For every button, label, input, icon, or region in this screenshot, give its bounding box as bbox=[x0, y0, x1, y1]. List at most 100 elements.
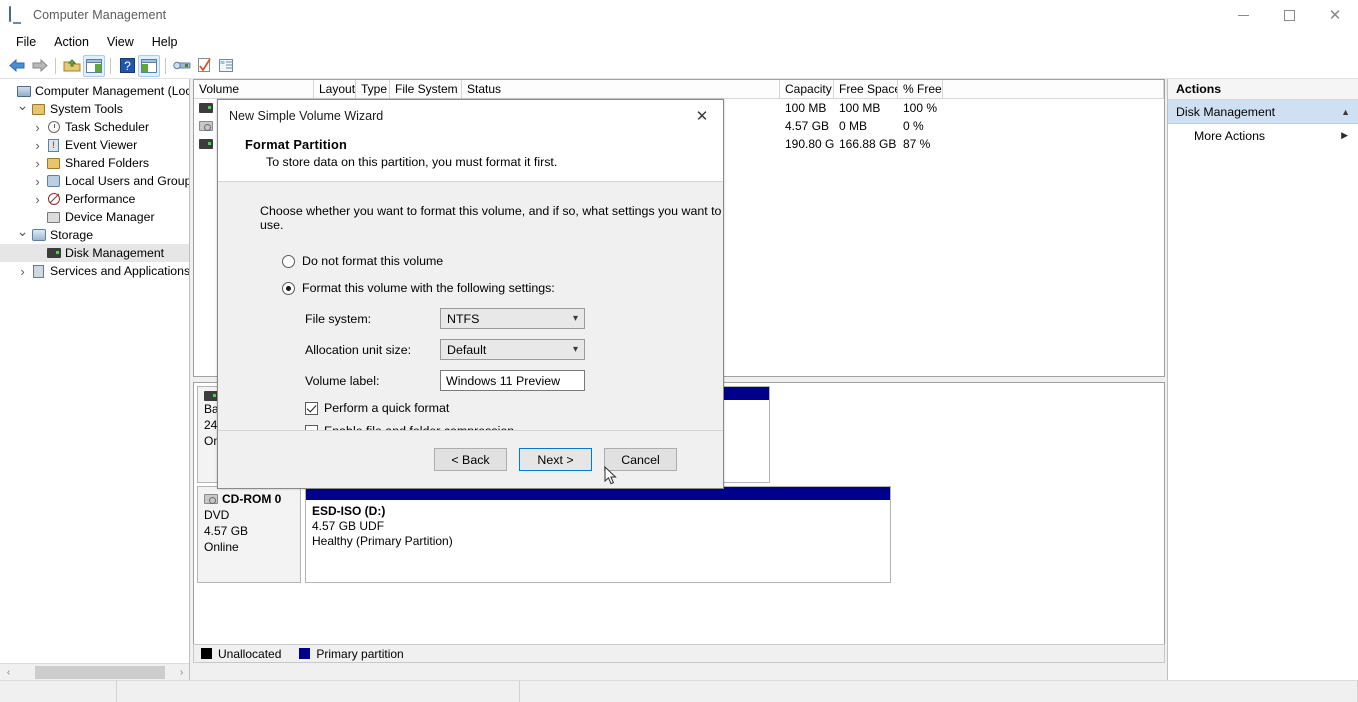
chevron-right-icon[interactable]: ▶ bbox=[1341, 130, 1348, 141]
chevron-down-icon[interactable] bbox=[15, 227, 30, 244]
tree-item-label: Task Scheduler bbox=[65, 120, 149, 134]
tree-item-local-users-and-groups[interactable]: Local Users and Groups bbox=[0, 172, 189, 190]
volume-cell-percent-free: 100 % bbox=[898, 101, 943, 115]
refresh-icon[interactable] bbox=[193, 55, 215, 77]
menu-help[interactable]: Help bbox=[143, 32, 187, 52]
allocation-unit-size-select[interactable]: Default ▾ bbox=[440, 339, 585, 360]
chevron-right-icon[interactable] bbox=[30, 156, 45, 171]
tree-item-label: Device Manager bbox=[65, 210, 155, 224]
help-icon[interactable]: ? bbox=[116, 55, 138, 77]
partition-line: 4.57 GB UDF bbox=[312, 519, 884, 534]
column-header-volume[interactable]: Volume bbox=[194, 80, 314, 98]
file-system-select[interactable]: NTFS ▾ bbox=[440, 308, 585, 329]
tree-item-task-scheduler[interactable]: Task Scheduler bbox=[0, 118, 189, 136]
chevron-down-icon[interactable]: ▾ bbox=[573, 344, 578, 355]
maximize-button[interactable] bbox=[1266, 0, 1312, 30]
disk-partition[interactable]: ESD-ISO (D:)4.57 GB UDFHealthy (Primary … bbox=[305, 486, 891, 583]
tree-horizontal-scrollbar[interactable]: ‹ › bbox=[0, 663, 190, 680]
chevron-down-icon[interactable]: ▾ bbox=[573, 313, 578, 324]
disk-row[interactable]: CD-ROM 0DVD4.57 GBOnlineESD-ISO (D:)4.57… bbox=[197, 486, 1161, 583]
scrollbar-track[interactable] bbox=[17, 664, 173, 681]
device-manager-icon bbox=[45, 209, 62, 225]
forward-arrow-icon[interactable] bbox=[28, 55, 50, 77]
export-list-icon[interactable] bbox=[215, 55, 237, 77]
tree-item-event-viewer[interactable]: Event Viewer bbox=[0, 136, 189, 154]
radio-button-selected-icon[interactable] bbox=[282, 282, 295, 295]
window-title: Computer Management bbox=[33, 8, 166, 22]
actions-item-more-actions[interactable]: More Actions ▶ bbox=[1168, 124, 1358, 147]
volume-label-input[interactable]: Windows 11 Preview bbox=[440, 370, 585, 391]
volume-cell-capacity: 190.80 GB bbox=[780, 137, 834, 151]
radio-button-icon[interactable] bbox=[282, 255, 295, 268]
chevron-right-icon[interactable] bbox=[30, 192, 45, 207]
chevron-up-icon[interactable]: ▲ bbox=[1341, 107, 1350, 117]
volume-list-header: VolumeLayoutTypeFile SystemStatusCapacit… bbox=[194, 80, 1164, 99]
toolbar-separator bbox=[165, 58, 166, 74]
wizard-close-icon[interactable]: ✕ bbox=[681, 100, 723, 132]
disk-legend: UnallocatedPrimary partition bbox=[193, 644, 1165, 663]
properties-icon[interactable] bbox=[171, 55, 193, 77]
cancel-button[interactable]: Cancel bbox=[604, 448, 677, 471]
chevron-down-icon[interactable] bbox=[15, 101, 30, 118]
back-arrow-icon[interactable] bbox=[6, 55, 28, 77]
radio-do-not-format[interactable]: Do not format this volume bbox=[260, 254, 723, 268]
up-folder-icon[interactable] bbox=[61, 55, 83, 77]
checkbox-checked-icon[interactable] bbox=[305, 402, 318, 415]
tree-item-performance[interactable]: Performance bbox=[0, 190, 189, 208]
toolbar: ? bbox=[0, 53, 1358, 79]
legend-label: Unallocated bbox=[218, 647, 281, 661]
actions-pane: Actions Disk Management ▲ More Actions ▶ bbox=[1168, 79, 1358, 680]
allocation-unit-size-label: Allocation unit size: bbox=[305, 343, 440, 357]
chevron-right-icon[interactable] bbox=[15, 264, 30, 279]
column-header-capacity[interactable]: Capacity bbox=[780, 80, 834, 98]
volume-cell-percent-free: 0 % bbox=[898, 119, 943, 133]
checkbox-perform-quick-format[interactable]: Perform a quick format bbox=[260, 401, 723, 415]
system-tools-icon bbox=[30, 101, 47, 117]
tree-item-device-manager[interactable]: Device Manager bbox=[0, 208, 189, 226]
storage-icon bbox=[30, 227, 47, 243]
menu-file[interactable]: File bbox=[7, 32, 45, 52]
menu-action[interactable]: Action bbox=[45, 32, 98, 52]
scroll-left-icon[interactable]: ‹ bbox=[0, 664, 17, 681]
next-button[interactable]: Next > bbox=[519, 448, 592, 471]
show-hide-action-pane-icon[interactable] bbox=[138, 55, 160, 77]
tree-item-system-tools[interactable]: System Tools bbox=[0, 100, 189, 118]
chevron-right-icon[interactable] bbox=[30, 138, 45, 153]
chevron-right-icon[interactable] bbox=[30, 120, 45, 135]
tree-item-disk-management[interactable]: Disk Management bbox=[0, 244, 189, 262]
column-header-status[interactable]: Status bbox=[462, 80, 780, 98]
scroll-right-icon[interactable]: › bbox=[173, 664, 190, 681]
column-header-layout[interactable]: Layout bbox=[314, 80, 356, 98]
volume-cell-free-space: 166.88 GB bbox=[834, 137, 898, 151]
users-icon bbox=[45, 173, 62, 189]
tree-item-label: Event Viewer bbox=[65, 138, 137, 152]
column-header-free-space[interactable]: Free Space bbox=[834, 80, 898, 98]
column-header-type[interactable]: Type bbox=[356, 80, 390, 98]
field-volume-label: Volume label: Windows 11 Preview bbox=[260, 370, 723, 391]
minimize-button[interactable] bbox=[1220, 0, 1266, 30]
actions-group-disk-management[interactable]: Disk Management ▲ bbox=[1168, 100, 1358, 124]
tree-item-shared-folders[interactable]: Shared Folders bbox=[0, 154, 189, 172]
tree-item-storage[interactable]: Storage bbox=[0, 226, 189, 244]
disk-info[interactable]: CD-ROM 0DVD4.57 GBOnline bbox=[197, 486, 301, 583]
close-button[interactable]: ✕ bbox=[1312, 0, 1358, 30]
tree-item-label: Local Users and Groups bbox=[65, 174, 189, 188]
wizard-heading: Format Partition bbox=[245, 137, 723, 152]
show-hide-console-tree-icon[interactable] bbox=[83, 55, 105, 77]
actions-header: Actions bbox=[1168, 79, 1358, 100]
status-segment-1 bbox=[0, 681, 117, 702]
column-header-free[interactable]: % Free bbox=[898, 80, 943, 98]
radio-format-with-settings[interactable]: Format this volume with the following se… bbox=[260, 281, 723, 295]
file-system-label: File system: bbox=[305, 312, 440, 326]
new-simple-volume-wizard-dialog[interactable]: New Simple Volume Wizard ✕ Format Partit… bbox=[217, 99, 724, 489]
column-header-file-system[interactable]: File System bbox=[390, 80, 462, 98]
tree-item-computer-management-local[interactable]: Computer Management (Local bbox=[0, 82, 189, 100]
disk-icon bbox=[204, 391, 218, 401]
back-button[interactable]: < Back bbox=[434, 448, 507, 471]
wizard-content: Choose whether you want to format this v… bbox=[218, 182, 723, 438]
tree-item-services-and-applications[interactable]: Services and Applications bbox=[0, 262, 189, 280]
services-icon bbox=[30, 263, 47, 279]
scrollbar-thumb[interactable] bbox=[35, 666, 165, 679]
menu-view[interactable]: View bbox=[98, 32, 143, 52]
chevron-right-icon[interactable] bbox=[30, 174, 45, 189]
